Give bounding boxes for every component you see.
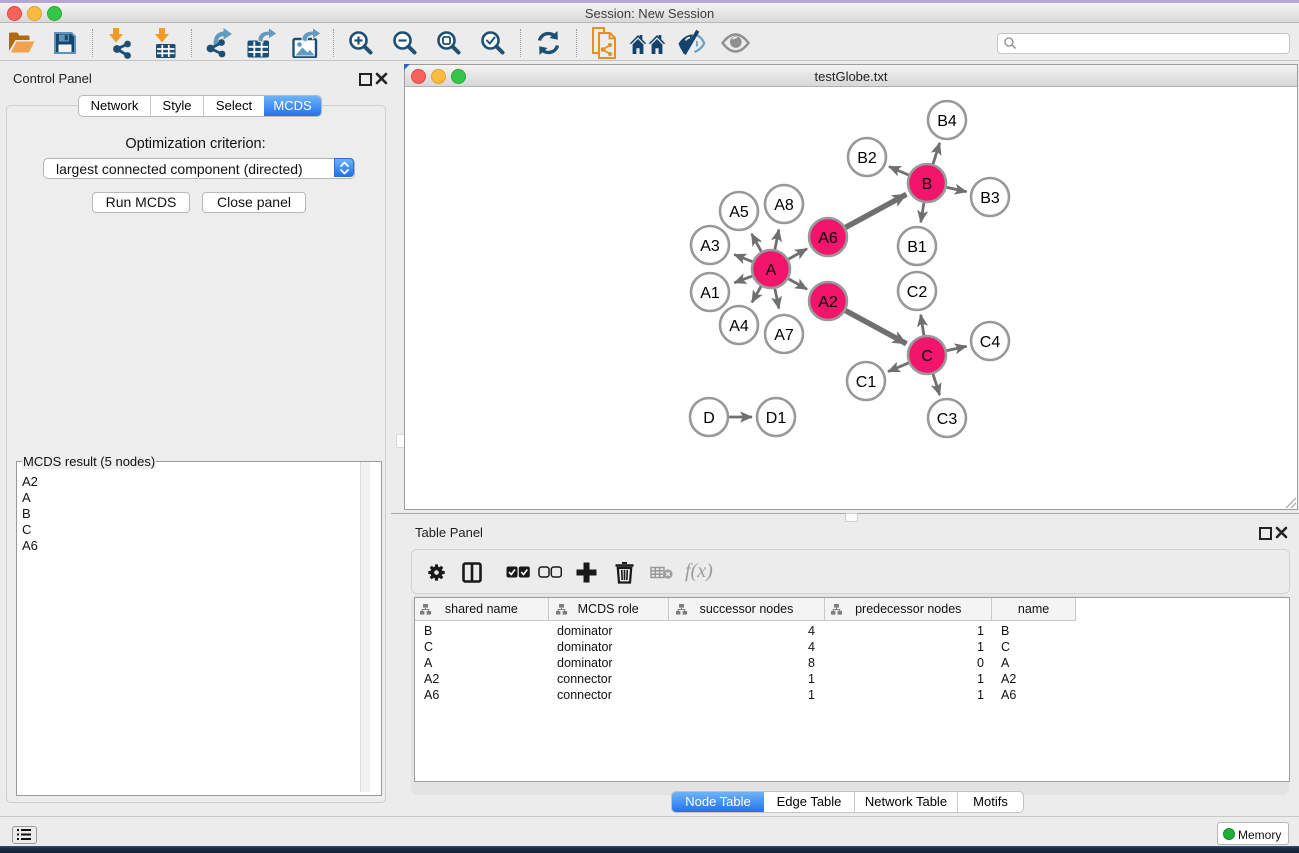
svg-text:A2: A2 bbox=[818, 294, 838, 311]
svg-text:A1: A1 bbox=[700, 285, 720, 302]
svg-text:B: B bbox=[922, 176, 933, 193]
svg-text:B4: B4 bbox=[937, 113, 957, 130]
svg-text:A5: A5 bbox=[729, 204, 749, 221]
svg-text:A3: A3 bbox=[700, 238, 720, 255]
svg-text:D: D bbox=[703, 410, 715, 427]
svg-text:D1: D1 bbox=[766, 410, 787, 427]
svg-text:A4: A4 bbox=[729, 318, 749, 335]
svg-text:C2: C2 bbox=[907, 284, 928, 301]
svg-text:C: C bbox=[921, 348, 933, 365]
svg-text:B1: B1 bbox=[907, 239, 927, 256]
svg-text:B3: B3 bbox=[980, 190, 1000, 207]
svg-text:A7: A7 bbox=[774, 327, 794, 344]
svg-text:A8: A8 bbox=[774, 197, 794, 214]
svg-text:C3: C3 bbox=[937, 411, 958, 428]
svg-text:A6: A6 bbox=[818, 230, 838, 247]
svg-text:A: A bbox=[766, 262, 777, 279]
svg-text:C1: C1 bbox=[856, 374, 877, 391]
svg-text:C4: C4 bbox=[980, 334, 1001, 351]
svg-text:B2: B2 bbox=[857, 150, 877, 167]
